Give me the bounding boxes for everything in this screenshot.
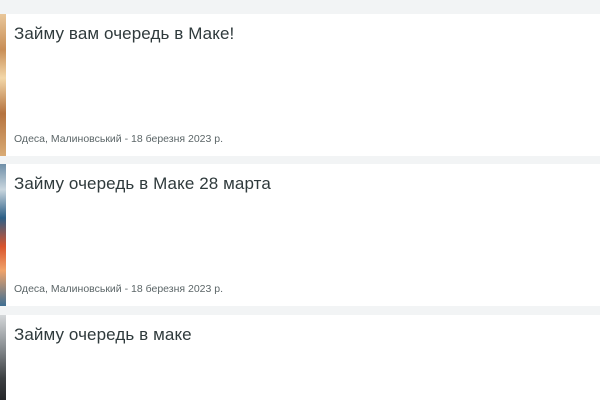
listing-thumbnail[interactable] [0,315,6,400]
listing-location-date: Одеса, Малиновський - 18 березня 2023 р. [14,283,224,295]
listing-card[interactable]: Займу очередь в маке [0,315,600,400]
listing-location-date: Одеса, Малиновський - 18 березня 2023 р. [14,133,224,145]
listing-title[interactable]: Займу вам очередь в Маке! [14,24,234,44]
listing-title[interactable]: Займу очередь в Маке 28 марта [14,174,271,194]
listing-feed: Займу вам очередь в Маке! Одеса, Малинов… [0,0,600,400]
listing-card[interactable]: Займу вам очередь в Маке! Одеса, Малинов… [0,14,600,156]
listing-title[interactable]: Займу очередь в маке [14,325,192,345]
listing-thumbnail[interactable] [0,164,6,306]
listing-card[interactable]: Займу очередь в Маке 28 марта Одеса, Мал… [0,164,600,306]
listing-thumbnail[interactable] [0,14,6,156]
